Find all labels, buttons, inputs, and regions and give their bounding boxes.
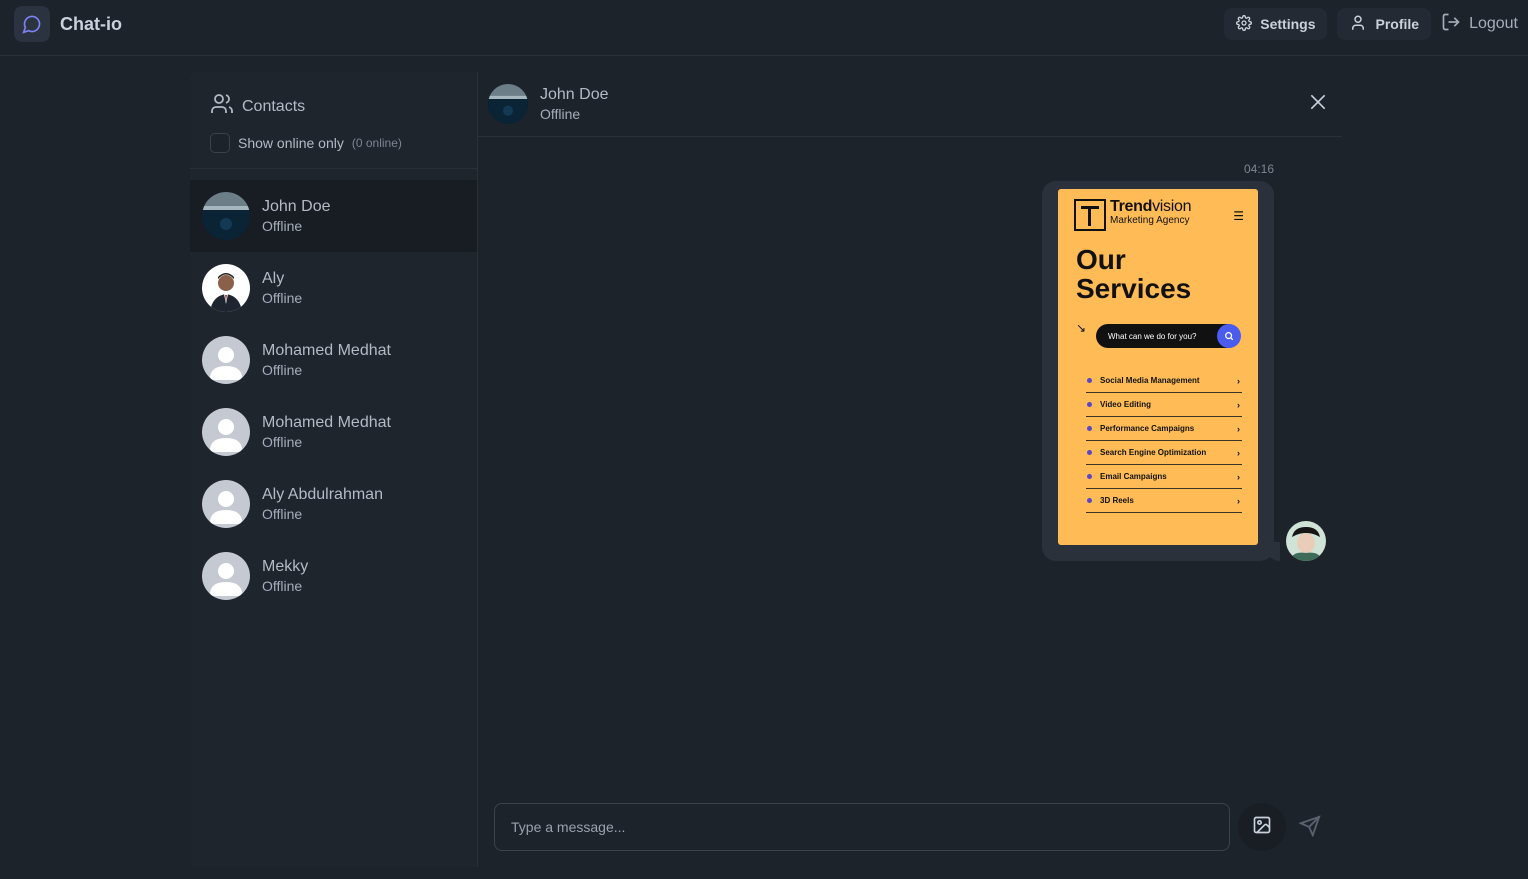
contact-status: Offline <box>262 362 303 378</box>
contact-list: John Doe Offline Aly Offline Mohamed Med… <box>190 180 477 612</box>
services-list: Social Media Management › Video Editing › … <box>1086 369 1242 513</box>
chevron-right-icon: › <box>1237 471 1240 482</box>
app-name: Chat-io <box>60 13 122 34</box>
services-heading: Our Services <box>1076 244 1192 304</box>
contact-status: Offline <box>262 434 303 450</box>
close-chat-button[interactable] <box>1306 92 1330 116</box>
show-online-label[interactable]: Show online only <box>238 135 344 151</box>
avatar <box>488 84 528 124</box>
send-icon <box>1298 814 1321 842</box>
chat-panel: John Doe Offline 04:16 Trendvision Marke… <box>478 72 1342 867</box>
contacts-title: Contacts <box>242 97 306 115</box>
list-item: Performance Campaigns › <box>1086 417 1242 441</box>
contact-item-aly-abdulrahman[interactable]: Aly Abdulrahman Offline <box>190 468 477 540</box>
logout-label: Logout <box>1469 15 1518 32</box>
send-button[interactable] <box>1294 812 1326 844</box>
contact-status: Offline <box>262 578 303 594</box>
contact-item-mekky[interactable]: Mekky Offline <box>190 540 477 612</box>
hamburger-icon: ☰ <box>1233 209 1244 223</box>
avatar <box>202 264 250 312</box>
close-icon <box>1308 92 1328 117</box>
contact-name: Aly <box>262 270 285 287</box>
show-online-checkbox[interactable] <box>210 133 230 153</box>
message-image[interactable]: Trendvision Marketing Agency ☰ Our Servi… <box>1058 189 1258 545</box>
contact-name: Mohamed Medhat <box>262 342 391 359</box>
contacts-sidebar: Contacts Show online only (0 online) Joh… <box>190 72 478 867</box>
sender-avatar <box>1286 521 1326 561</box>
image-search-bar: What can we do for you? <box>1096 324 1241 348</box>
attach-image-button[interactable] <box>1238 803 1286 851</box>
chat-header: John Doe Offline <box>478 72 1342 137</box>
brand[interactable]: Chat-io <box>14 6 122 42</box>
users-icon <box>210 92 234 121</box>
default-user-icon <box>202 408 250 456</box>
list-item: Video Editing › <box>1086 393 1242 417</box>
brand-rest: vision <box>1152 198 1192 215</box>
contact-name: Aly Abdulrahman <box>262 486 383 503</box>
logout-button[interactable]: Logout <box>1441 8 1518 40</box>
settings-label: Settings <box>1260 16 1316 32</box>
brand-bold: Trend <box>1110 198 1153 215</box>
contact-item-john-doe[interactable]: John Doe Offline <box>190 180 477 252</box>
chevron-right-icon: › <box>1237 447 1240 458</box>
list-item: Search Engine Optimization › <box>1086 441 1242 465</box>
trendvision-logo: Trendvision Marketing Agency <box>1074 199 1191 231</box>
arrow-down-right-icon: ↘ <box>1076 321 1087 335</box>
settings-button[interactable]: Settings <box>1224 8 1328 40</box>
avatar <box>202 192 250 240</box>
default-user-icon <box>202 336 250 384</box>
image-icon <box>1252 815 1272 840</box>
contact-item-aly[interactable]: Aly Offline <box>190 252 477 324</box>
chat-contact-status: Offline <box>540 106 581 122</box>
chat-bubble-icon <box>14 6 50 42</box>
contact-name: John Doe <box>262 198 331 215</box>
chevron-right-icon: › <box>1237 495 1240 506</box>
list-item: Social Media Management › <box>1086 369 1242 393</box>
contact-item-mohamed-medhat-2[interactable]: Mohamed Medhat Offline <box>190 396 477 468</box>
gear-icon <box>1236 14 1253 34</box>
list-item: 3D Reels › <box>1086 489 1242 513</box>
contact-status: Offline <box>262 218 303 234</box>
contact-status: Offline <box>262 506 303 522</box>
contact-item-mohamed-medhat[interactable]: Mohamed Medhat Offline <box>190 324 477 396</box>
contact-name: Mohamed Medhat <box>262 414 391 431</box>
profile-button[interactable]: Profile <box>1337 8 1432 40</box>
top-navbar: Chat-io Settings Profile Logout <box>0 0 1528 56</box>
chevron-right-icon: › <box>1237 423 1240 434</box>
chat-contact-name: John Doe <box>540 86 609 103</box>
trendvision-mark-icon <box>1074 199 1106 231</box>
user-icon <box>1349 14 1367 35</box>
message-timestamp: 04:16 <box>1243 162 1274 176</box>
search-icon <box>1217 324 1241 348</box>
logout-icon <box>1441 12 1461 37</box>
default-user-icon <box>202 552 250 600</box>
brand-sub: Marketing Agency <box>1110 215 1190 226</box>
message-input[interactable] <box>495 804 1229 850</box>
online-count: (0 online) <box>351 136 402 150</box>
message-bubble: Trendvision Marketing Agency ☰ Our Servi… <box>1042 181 1274 561</box>
contact-status: Offline <box>262 290 303 306</box>
chat-container: Contacts Show online only (0 online) Joh… <box>190 72 1342 867</box>
message-composer <box>494 803 1230 851</box>
sidebar-header: Contacts Show online only (0 online) <box>190 72 477 169</box>
default-user-icon <box>202 480 250 528</box>
chevron-right-icon: › <box>1237 375 1240 386</box>
list-item: Email Campaigns › <box>1086 465 1242 489</box>
contact-name: Mekky <box>262 558 309 575</box>
profile-label: Profile <box>1375 16 1420 32</box>
chevron-right-icon: › <box>1237 399 1240 410</box>
